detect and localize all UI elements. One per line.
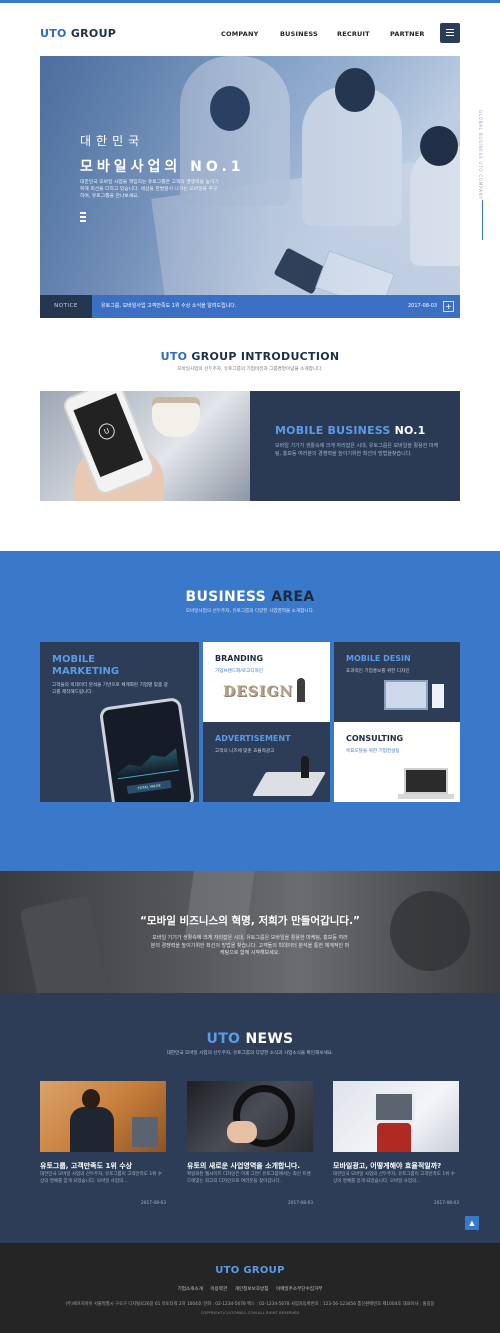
hero-headline: 모바일사업의 NO.1	[80, 159, 245, 175]
coffee-cup-image	[152, 397, 200, 437]
news-item-date: 2017-08-03	[434, 1201, 459, 1206]
hamburger-icon[interactable]	[440, 23, 460, 43]
news-item[interactable]: 모바일광고, 어떻게해야 효율적일까? 대한민국 모바일 사업의 선두주자, 유…	[333, 1081, 459, 1206]
logo-text: GROUP	[66, 27, 117, 40]
news-thumbnail[interactable]	[40, 1081, 166, 1152]
phone-logo: U	[96, 421, 118, 442]
card-desc: 목표도달을 위한 기업컨설팅	[346, 749, 400, 754]
phone-value-label: TOTAL VALUE	[126, 779, 172, 795]
nav-company[interactable]: COMPANY	[221, 30, 259, 38]
business-area-section: BUSINESS AREA 모바일사업의 선두주자, 유토그룹의 다양한 사업영…	[0, 551, 500, 871]
laptop-image	[404, 768, 448, 794]
site-logo[interactable]: UTO GROUP	[40, 27, 116, 40]
hero-kicker: 대한민국	[80, 134, 145, 148]
card-title: CONSULTING	[346, 734, 404, 743]
card-desc: 효과적인 기업홍보를 위한 디자인	[346, 669, 410, 674]
news-item-title[interactable]: 모바일광고, 어떻게해야 효율적일까?	[333, 1161, 441, 1171]
card-desc: 고객들의 빅데이터 분석을 기반으로 체계화된 기업별 맞춤 광고를 제작해드립…	[52, 683, 168, 695]
footer-link[interactable]: 이용약관	[210, 1287, 227, 1292]
notice-date: 2017-08-03	[408, 303, 438, 309]
news-title: UTO NEWS	[206, 1031, 294, 1047]
news-item-title[interactable]: 유토그룹, 고객만족도 1위 수상	[40, 1161, 132, 1171]
footer-address: (주)에프지아이 서울특별시 구로구 디지털로26길 61 유토타워 2차 10…	[65, 1302, 435, 1307]
notice-bar[interactable]: NOTICE 유토그룹, 모바일사업 고객만족도 1위 수상 소식을 알려드립니…	[40, 295, 460, 318]
card-desc: 고객의 니즈에 맞춘 효율적광고	[215, 749, 275, 754]
mobile-phone-image: U	[40, 391, 250, 501]
news-item-title[interactable]: 유토의 새로운 사업영역을 소개합니다.	[187, 1161, 300, 1171]
logo-accent: UTO	[40, 27, 67, 40]
footer-logo[interactable]: UTO GROUP	[0, 1265, 500, 1276]
side-vertical-text: GLOBAL BUSINESS UTO COMPANY	[478, 110, 483, 200]
news-thumbnail[interactable]	[333, 1081, 459, 1152]
card-title: BRANDING	[215, 654, 264, 663]
notice-text[interactable]: 유토그룹, 모바일사업 고객만족도 1위 수상 소식을 알려드립니다.	[101, 295, 237, 318]
slide-indicator-icon[interactable]	[80, 212, 86, 223]
card-title: ADVERTISEMENT	[215, 734, 291, 743]
nav-partner[interactable]: PARTNER	[390, 30, 425, 38]
business-subtitle: 모바일사업의 선두주자, 유토그룹의 다양한 사업영역을 소개합니다.	[185, 609, 315, 614]
quote-body: 모바일 기기가 생활속에 크게 자리잡은 시대, 유토그룹은 모바일을 활용한 …	[150, 935, 350, 956]
news-item-body: 대한민국 모바일 사업의 선두주자, 유토그룹이 고객만족도 1위 수상의 영예…	[333, 1172, 455, 1184]
news-item[interactable]: 유토의 새로운 사업영역을 소개합니다. 획일화된 웹사이트 디자인은 이제 그…	[187, 1081, 313, 1206]
card-title: MOBILE MARKETING	[52, 654, 120, 677]
card-title: MOBILE DESIN	[346, 654, 411, 663]
hero-description: 대한민국 모바일 사업을 책임지는 유토그룹은 고객의 경쟁력을 높이기 위해 …	[80, 180, 219, 199]
footer-links: 기업소개소개 이용약관 개인정보보호방침 이메일주소무단수집거부	[0, 1286, 500, 1292]
phone-chart-image: TOTAL VALUE	[98, 696, 196, 802]
quote-banner: “모바일 비즈니스의 혁명, 저희가 만들어갑니다.” 모바일 기기가 생활속에…	[0, 871, 500, 993]
footer-copyright: COPYRIGHT(C)UTOMALL.COM ALL RIGHT RESERV…	[200, 1310, 300, 1315]
scroll-top-button[interactable]: ▲	[465, 1216, 479, 1230]
mobile-business-body: 모바일 기기가 생활속에 크게 자리잡은 시대, 유토그룹은 모바일을 활용한 …	[275, 443, 439, 457]
notice-label: NOTICE	[40, 295, 92, 318]
site-footer: UTO GROUP 기업소개소개 이용약관 개인정보보호방침 이메일주소무단수집…	[0, 1243, 500, 1333]
design-letters-image: DESIGN	[223, 684, 294, 700]
nav-business[interactable]: BUSINESS	[280, 30, 318, 38]
news-subtitle: 대한민국 모바일 사업의 선두주자, 유토그룹의 다양한 소식과 사업소식을 확…	[166, 1051, 334, 1056]
card-mobile-marketing[interactable]: MOBILE MARKETING 고객들의 빅데이터 분석을 기반으로 체계화된…	[40, 642, 199, 802]
news-item-date: 2017-08-03	[141, 1201, 166, 1206]
card-advertisement[interactable]: ADVERTISEMENT 고객의 니즈에 맞춘 효율적광고	[203, 722, 330, 802]
intro-title: UTO GROUP INTRODUCTION	[160, 350, 340, 363]
nav-recruit[interactable]: RECRUIT	[337, 30, 370, 38]
footer-link[interactable]: 기업소개소개	[178, 1287, 203, 1292]
mobile-business-panel: MOBILE BUSINESS NO.1 모바일 기기가 생활속에 크게 자리잡…	[250, 391, 460, 501]
monitor-image	[384, 680, 428, 710]
card-branding[interactable]: BRANDING 기업브랜드화/로고디자인 DESIGN	[203, 642, 330, 722]
footer-link[interactable]: 개인정보보호방침	[235, 1287, 269, 1292]
quote-text: “모바일 비즈니스의 혁명, 저희가 만들어갑니다.”	[140, 915, 360, 927]
business-title: BUSINESS AREA	[185, 589, 315, 605]
news-item-body: 획일화된 웹사이트 디자인은 이제 그만! 유토그룹에서는 최신 트렌드에맞는 …	[187, 1172, 311, 1184]
footer-link[interactable]: 이메일주소무단수집거부	[276, 1287, 323, 1292]
news-thumbnail[interactable]	[187, 1081, 313, 1152]
news-item-date: 2017-08-03	[288, 1201, 313, 1206]
card-mobile-design[interactable]: MOBILE DESIN 효과적인 기업홍보를 위한 디자인	[334, 642, 460, 722]
intro-subtitle: 모바일사업의 선두주자, 유토그룹의 기업비전과 그룹경영이념을 소개합니다.	[177, 367, 323, 372]
site-header: UTO GROUP COMPANY BUSINESS RECRUIT PARTN…	[0, 3, 500, 55]
news-item-body: 대한민국 모바일 사업의 선두주자, 유토그룹이 고객만족도 1위 수상의 영예…	[40, 1172, 162, 1184]
news-section: UTO NEWS 대한민국 모바일 사업의 선두주자, 유토그룹의 다양한 소식…	[0, 993, 500, 1243]
mobile-business-title: MOBILE BUSINESS NO.1	[275, 424, 426, 437]
news-item[interactable]: 유토그룹, 고객만족도 1위 수상 대한민국 모바일 사업의 선두주자, 유토그…	[40, 1081, 166, 1206]
laptop-image	[252, 772, 326, 796]
card-desc: 기업브랜드화/로고디자인	[215, 669, 264, 674]
plus-icon[interactable]: +	[443, 301, 454, 312]
hero-banner: 대한민국 모바일사업의 NO.1 대한민국 모바일 사업을 책임지는 유토그룹은…	[40, 56, 460, 318]
card-consulting[interactable]: CONSULTING 목표도달을 위한 기업컨설팅	[334, 722, 460, 802]
side-progress-bar	[482, 200, 483, 240]
